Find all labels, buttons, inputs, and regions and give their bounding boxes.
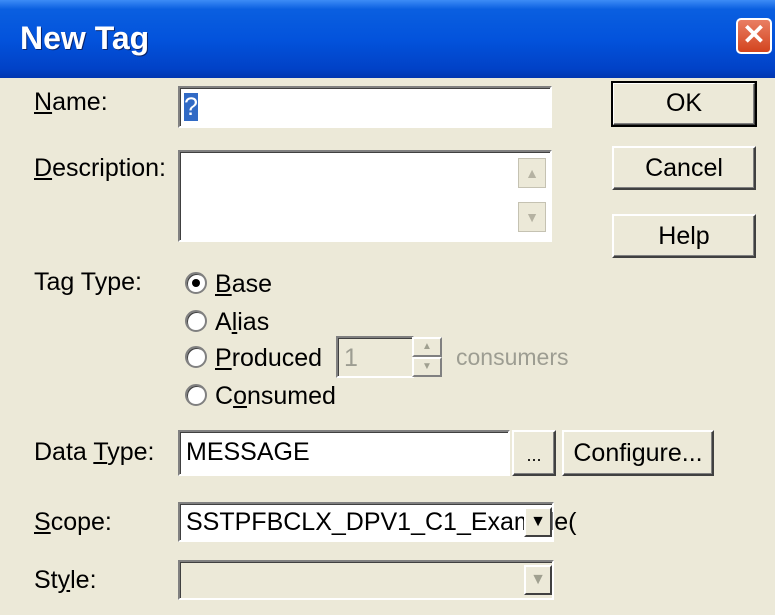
radio-consumed[interactable]	[185, 384, 207, 406]
help-button[interactable]: Help	[612, 214, 756, 258]
data-type-value: MESSAGE	[186, 438, 310, 466]
chevron-up-icon: ▲	[525, 165, 539, 181]
close-button[interactable]: ✕	[736, 18, 772, 54]
chevron-down-icon: ▼	[530, 513, 546, 530]
close-icon: ✕	[742, 19, 766, 50]
chevron-down-icon: ▼	[530, 571, 546, 588]
scope-dropdown-button[interactable]: ▼	[524, 507, 552, 537]
spin-down-icon: ▼	[422, 361, 432, 372]
radio-base[interactable]	[185, 272, 207, 294]
scroll-up-button[interactable]: ▲	[518, 158, 546, 188]
cancel-button[interactable]: Cancel	[612, 146, 756, 190]
description-label: Description:	[34, 154, 167, 182]
style-dropdown-button: ▼	[524, 565, 552, 595]
browse-data-type-button[interactable]: ...	[512, 430, 556, 476]
scroll-down-button[interactable]: ▼	[518, 202, 546, 232]
consumers-input: 1	[336, 336, 414, 378]
radio-produced-label: Produced	[215, 344, 323, 372]
title-bar[interactable]: New Tag ✕	[0, 0, 775, 78]
name-value: ?	[184, 93, 198, 121]
radio-base-label: Base	[215, 270, 272, 298]
style-label: Style:	[34, 566, 97, 594]
data-type-label: Data Type:	[34, 438, 155, 466]
scope-label: Scope:	[34, 508, 112, 536]
spin-up-icon: ▲	[422, 341, 432, 352]
radio-alias[interactable]	[185, 310, 207, 332]
chevron-down-icon: ▼	[525, 209, 539, 225]
tag-type-label: Tag Type:	[34, 268, 142, 296]
scope-value: SSTPFBCLX_DPV1_C1_Example(	[186, 508, 577, 536]
name-label: Name:	[34, 88, 108, 116]
scope-dropdown[interactable]: SSTPFBCLX_DPV1_C1_Example( ▼	[178, 502, 576, 542]
configure-button[interactable]: Configure...	[562, 430, 714, 476]
data-type-input[interactable]: MESSAGE	[178, 430, 510, 476]
ok-button[interactable]: OK	[611, 81, 757, 127]
name-input[interactable]: ?	[178, 86, 552, 128]
new-tag-dialog: New Tag ✕ Name: ? Description: ▲ ▼ OK Ca…	[0, 0, 775, 615]
dialog-title: New Tag	[20, 20, 150, 56]
radio-produced[interactable]	[185, 346, 207, 368]
consumers-spin-up: ▲	[412, 337, 442, 357]
consumers-label: consumers	[456, 344, 569, 370]
style-dropdown: ▼	[178, 560, 554, 600]
consumers-spin-down: ▼	[412, 357, 442, 377]
radio-alias-label: Alias	[215, 308, 270, 336]
description-textarea[interactable]: ▲ ▼	[178, 150, 552, 242]
radio-consumed-label: Consumed	[215, 382, 336, 410]
consumers-value: 1	[344, 344, 358, 372]
